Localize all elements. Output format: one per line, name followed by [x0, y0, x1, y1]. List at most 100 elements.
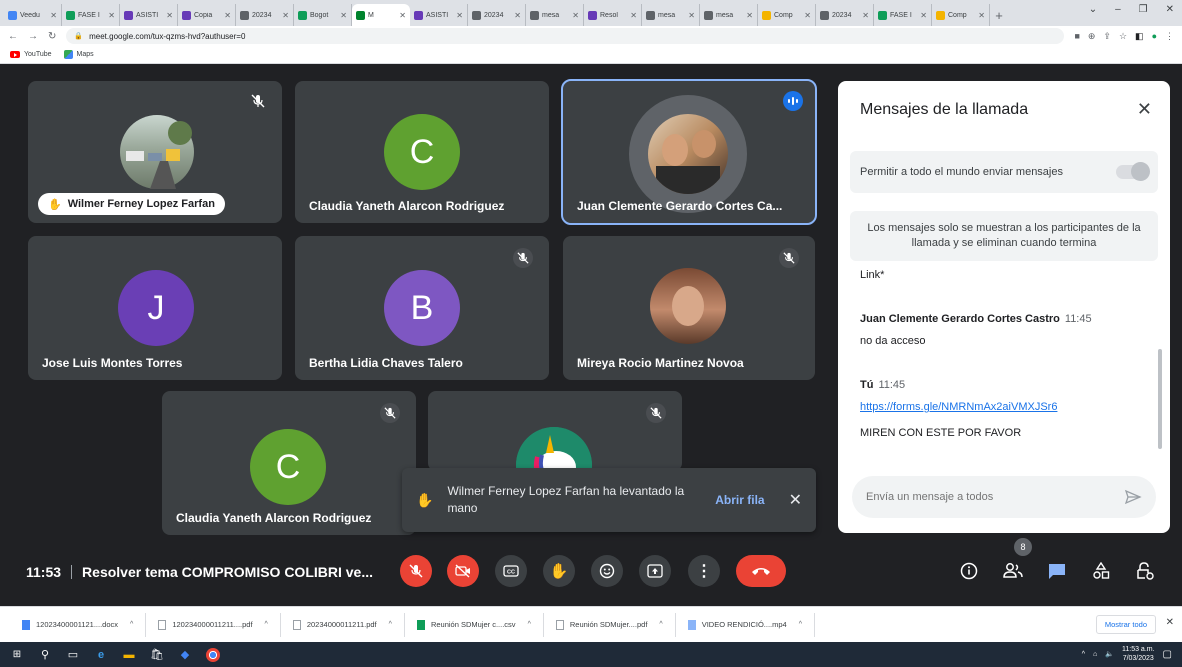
sidepanel-icon[interactable]: ◧	[1135, 31, 1144, 42]
volume-icon[interactable]: 🔈	[1105, 650, 1114, 658]
browser-tab[interactable]: 20234 ✕	[816, 4, 874, 26]
download-item[interactable]: VIDEO RENDICIÓ....mp4 ^	[676, 612, 816, 637]
download-item[interactable]: 20234000011211.pdf ^	[281, 612, 405, 637]
maximize-button[interactable]: ❐	[1139, 4, 1148, 15]
close-panel-icon[interactable]: ✕	[1137, 99, 1152, 120]
tab-close-icon[interactable]: ✕	[514, 11, 521, 20]
file-explorer-icon[interactable]: ▬	[122, 648, 136, 662]
message-link[interactable]: https://forms.gle/NMRNmAx2aiVMXJSr6	[860, 401, 1150, 413]
close-window-button[interactable]: ✕	[1166, 4, 1174, 15]
windows-start-icon[interactable]: ⊞	[10, 648, 24, 662]
meeting-details-button[interactable]	[956, 558, 982, 584]
app-icon[interactable]: ◆	[178, 648, 192, 662]
microphone-button[interactable]	[400, 555, 432, 587]
menu-icon[interactable]: ⋮	[1165, 31, 1174, 42]
browser-tab[interactable]: ASISTI ✕	[410, 4, 468, 26]
allow-messages-toggle[interactable]	[1116, 162, 1150, 181]
tab-close-icon[interactable]: ✕	[920, 11, 927, 20]
tab-close-icon[interactable]: ✕	[630, 11, 637, 20]
download-menu-icon[interactable]: ^	[799, 621, 802, 628]
leave-call-button[interactable]	[736, 555, 786, 587]
participant-tile[interactable]	[428, 391, 682, 471]
bookmark-maps[interactable]: Maps	[63, 50, 94, 59]
message-input[interactable]	[866, 491, 1106, 503]
browser-tab[interactable]: Copia ✕	[178, 4, 236, 26]
browser-tab[interactable]: mesa ✕	[526, 4, 584, 26]
camera-button[interactable]	[447, 555, 479, 587]
download-menu-icon[interactable]: ^	[659, 621, 662, 628]
send-icon[interactable]	[1124, 488, 1142, 506]
tab-close-icon[interactable]: ✕	[456, 11, 463, 20]
tab-close-icon[interactable]: ✕	[224, 11, 231, 20]
open-queue-button[interactable]: Abrir fila	[715, 493, 764, 507]
browser-tab[interactable]: FASE I ✕	[874, 4, 932, 26]
host-controls-button[interactable]	[1132, 558, 1158, 584]
download-menu-icon[interactable]: ^	[265, 621, 268, 628]
close-downloads-icon[interactable]: ✕	[1166, 617, 1174, 628]
reactions-button[interactable]	[591, 555, 623, 587]
participant-tile[interactable]: ✋ Wilmer Ferney Lopez Farfan	[28, 81, 282, 223]
tab-close-icon[interactable]: ✕	[282, 11, 289, 20]
browser-tab[interactable]: Resol ✕	[584, 4, 642, 26]
minimize-button[interactable]: –	[1115, 4, 1121, 15]
tab-search-icon[interactable]: ⌄	[1089, 4, 1097, 15]
chat-scrollbar[interactable]	[1158, 349, 1162, 449]
forward-icon[interactable]: →	[28, 31, 38, 42]
download-item[interactable]: 120234000011211....pdf ^	[146, 612, 281, 637]
close-toast-icon[interactable]: ✕	[789, 490, 802, 510]
participant-tile[interactable]: C Claudia Yaneth Alarcon Rodriguez	[295, 81, 549, 223]
download-menu-icon[interactable]: ^	[130, 621, 133, 628]
people-button[interactable]	[1000, 558, 1026, 584]
browser-tab[interactable]: FASE I ✕	[62, 4, 120, 26]
network-icon[interactable]: ⌂	[1093, 651, 1097, 658]
reload-icon[interactable]: ↻	[48, 31, 56, 42]
bookmark-youtube[interactable]: YouTube	[10, 51, 52, 58]
new-tab-button[interactable]: +	[990, 4, 1008, 26]
browser-tab[interactable]: Comp ✕	[758, 4, 816, 26]
download-item[interactable]: 12023400001121....docx ^	[10, 612, 147, 637]
zoom-icon[interactable]: ⊕	[1088, 31, 1096, 42]
activities-button[interactable]	[1088, 558, 1114, 584]
download-menu-icon[interactable]: ^	[389, 621, 392, 628]
profile-icon[interactable]: ●	[1152, 31, 1157, 41]
edge-icon[interactable]: e	[94, 648, 108, 662]
tab-close-icon[interactable]: ✕	[399, 11, 406, 20]
store-icon[interactable]: 🛍	[150, 648, 164, 662]
share-icon[interactable]: ⇪	[1103, 31, 1111, 42]
url-field[interactable]: 🔒 meet.google.com/tux-qzms-hvd?authuser=…	[66, 28, 1065, 44]
taskbar-clock[interactable]: 11:53 a.m. 7/03/2023	[1122, 645, 1155, 663]
browser-tab[interactable]: mesa ✕	[642, 4, 700, 26]
participant-tile[interactable]: J Jose Luis Montes Torres	[28, 236, 282, 380]
participant-tile-speaking[interactable]: Juan Clemente Gerardo Cortes Ca...	[561, 79, 817, 225]
chrome-icon[interactable]	[206, 647, 220, 662]
tab-close-icon[interactable]: ✕	[108, 11, 115, 20]
tab-close-icon[interactable]: ✕	[688, 11, 695, 20]
tab-close-icon[interactable]: ✕	[978, 11, 985, 20]
captions-button[interactable]: CC	[495, 555, 527, 587]
search-icon[interactable]: ⚲	[38, 648, 52, 662]
participant-tile[interactable]: C Claudia Yaneth Alarcon Rodriguez	[162, 391, 416, 535]
browser-tab[interactable]: 20234 ✕	[468, 4, 526, 26]
download-menu-icon[interactable]: ^	[528, 621, 531, 628]
participant-tile[interactable]: B Bertha Lidia Chaves Talero	[295, 236, 549, 380]
tab-close-icon[interactable]: ✕	[862, 11, 869, 20]
show-all-button[interactable]: Mostrar todo	[1095, 615, 1156, 634]
browser-tab[interactable]: Veedu ✕	[4, 4, 62, 26]
chat-button[interactable]	[1044, 558, 1070, 584]
raise-hand-button[interactable]: ✋	[543, 555, 575, 587]
download-item[interactable]: Reunión SDMujer c....csv ^	[405, 612, 544, 637]
browser-tab[interactable]: ASISTI ✕	[120, 4, 178, 26]
browser-tab[interactable]: 20234 ✕	[236, 4, 294, 26]
more-options-button[interactable]: ⋮	[688, 555, 720, 587]
notifications-icon[interactable]: ▢	[1163, 649, 1172, 660]
tab-close-icon[interactable]: ✕	[50, 11, 57, 20]
tab-close-icon[interactable]: ✕	[804, 11, 811, 20]
browser-tab[interactable]: Comp ✕	[932, 4, 990, 26]
tray-chevron-icon[interactable]: ^	[1082, 651, 1085, 658]
browser-tab[interactable]: M ✕	[352, 4, 410, 26]
participant-tile[interactable]: Mireya Rocio Martinez Novoa	[563, 236, 815, 380]
camera-icon[interactable]: ■	[1074, 31, 1079, 41]
browser-tab[interactable]: mesa ✕	[700, 4, 758, 26]
tab-close-icon[interactable]: ✕	[166, 11, 173, 20]
download-item[interactable]: Reunión SDMujer....pdf ^	[544, 612, 676, 637]
